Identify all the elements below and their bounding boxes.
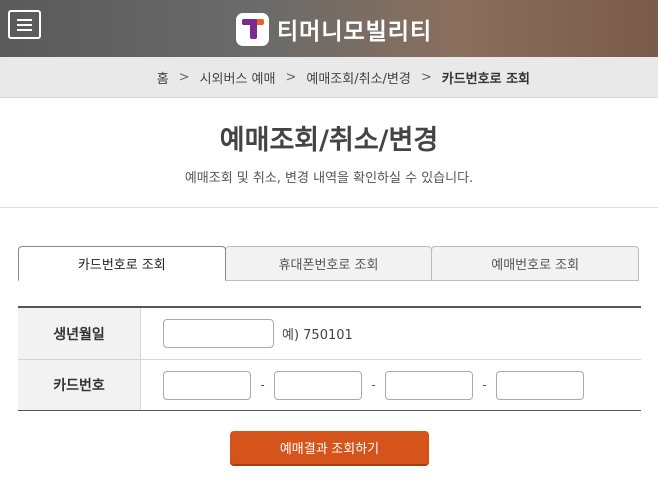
birth-label: 생년월일: [18, 308, 141, 359]
lookup-tabs: 카드번호로 조회 휴대폰번호로 조회 예매번호로 조회: [18, 246, 640, 281]
lookup-form: 생년월일 예) 750101 카드번호 - - -: [18, 306, 641, 411]
breadcrumb-current: 카드번호로 조회: [441, 71, 530, 87]
card-number-input-4[interactable]: [496, 370, 584, 400]
card-dash: -: [371, 378, 376, 392]
card-number-input-2[interactable]: [274, 370, 362, 400]
breadcrumb-bus-booking[interactable]: 시외버스 예매: [200, 68, 276, 87]
birth-date-input[interactable]: [163, 319, 274, 348]
lookup-submit-button[interactable]: 예매결과 조회하기: [230, 431, 429, 464]
page-title: 예매조회/취소/변경: [219, 125, 439, 156]
breadcrumb-separator: >: [420, 69, 432, 85]
page-subtitle: 예매조회 및 취소, 변경 내역을 확인하실 수 있습니다.: [184, 171, 474, 186]
breadcrumb-home[interactable]: 홈: [157, 68, 169, 87]
tab-card-number[interactable]: 카드번호로 조회: [18, 246, 226, 281]
birth-row: 생년월일 예) 750101: [18, 308, 641, 359]
card-dash: -: [260, 378, 265, 392]
hamburger-menu-icon[interactable]: [8, 10, 41, 39]
tab-phone-number[interactable]: 휴대폰번호로 조회: [224, 246, 433, 281]
brand-logo[interactable]: 티머니모빌리티: [236, 12, 432, 46]
breadcrumb-booking-lookup[interactable]: 예매조회/취소/변경: [306, 68, 410, 87]
card-row: 카드번호 - - -: [18, 359, 641, 410]
tab-booking-number[interactable]: 예매번호로 조회: [431, 246, 640, 281]
app-header: 티머니모빌리티: [0, 0, 658, 57]
birth-hint: 예) 750101: [282, 328, 353, 343]
card-dash: -: [482, 378, 487, 392]
breadcrumb-separator: >: [178, 69, 190, 85]
breadcrumb: 홈 > 시외버스 예매 > 예매조회/취소/변경 > 카드번호로 조회: [0, 57, 658, 98]
tmoney-t-logo-icon: [236, 12, 269, 46]
card-label: 카드번호: [18, 360, 141, 410]
card-number-input-3[interactable]: [385, 370, 473, 400]
section-divider: [0, 207, 658, 208]
breadcrumb-separator: >: [285, 69, 297, 85]
card-number-input-1[interactable]: [163, 370, 251, 400]
brand-name: 티머니모빌리티: [277, 19, 433, 45]
